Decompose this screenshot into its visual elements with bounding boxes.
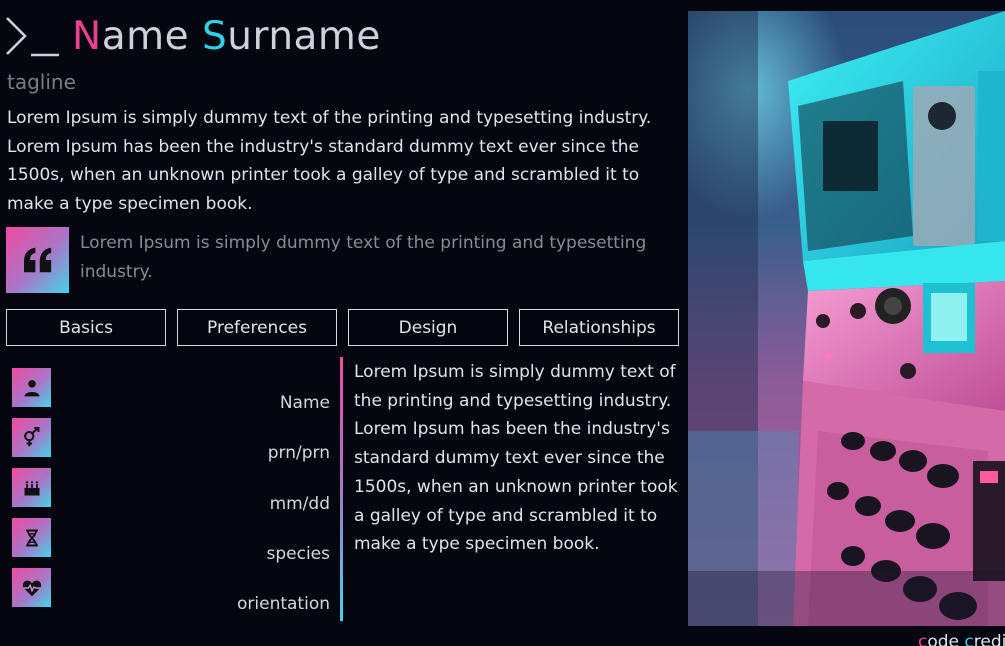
field-pronouns: prn/prn [267, 443, 330, 464]
tagline: tagline [7, 70, 76, 94]
bio-paragraph: Lorem Ipsum is simply dummy text of the … [354, 362, 678, 555]
field-name: Name [279, 393, 330, 414]
dna-icon [12, 518, 51, 557]
birthday-cake-icon [12, 468, 51, 507]
field-species: species [266, 544, 331, 565]
quote-icon [6, 227, 69, 293]
tab-relationships[interactable]: Relationships [519, 309, 679, 346]
first-name-rest: ame [101, 14, 190, 59]
profile-page: Name Surname tagline Lorem Ipsum is simp… [0, 0, 1005, 646]
intro-paragraph: Lorem Ipsum is simply dummy text of the … [7, 108, 652, 214]
profile-photo [688, 11, 1005, 626]
tab-basics[interactable]: Basics [6, 309, 166, 346]
code-credits-link[interactable]: code credi [918, 632, 1005, 646]
quote-text: Lorem Ipsum is simply dummy text of the … [80, 233, 647, 282]
field-labels: Name prn/prn mm/dd species orientation [180, 378, 330, 629]
surname-initial: S [201, 14, 228, 59]
page-title: Name Surname [4, 12, 381, 62]
field-orientation: orientation [237, 594, 330, 615]
heartbeat-icon [12, 568, 51, 607]
field-icons [12, 368, 51, 607]
tab-design[interactable]: Design [348, 309, 508, 346]
surname-rest: urname [227, 14, 381, 59]
section-tabs: Basics Preferences Design Relationships [6, 309, 679, 346]
gradient-divider [340, 357, 343, 621]
gender-icon [12, 418, 51, 457]
field-birthday: mm/dd [269, 493, 330, 514]
first-name-initial: N [72, 14, 102, 59]
tab-preferences[interactable]: Preferences [177, 309, 337, 346]
person-icon [12, 368, 51, 407]
terminal-prompt-icon [6, 17, 59, 57]
